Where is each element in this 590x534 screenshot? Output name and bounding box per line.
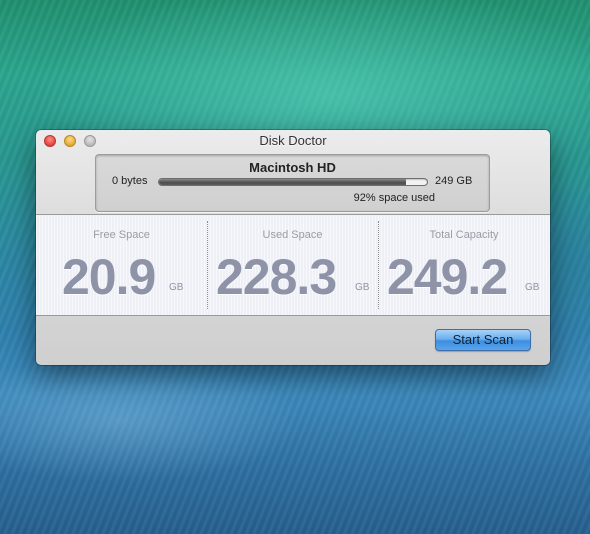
stats-panel: Free Space 20.9 GB Used Space 228.3 GB T… [36, 214, 550, 316]
total-capacity-label: Total Capacity [429, 229, 499, 241]
used-space-label: Used Space [262, 229, 323, 241]
title-bar[interactable]: Disk Doctor [36, 130, 550, 152]
free-space-label: Free Space [93, 229, 150, 241]
disk-doctor-window: Disk Doctor Macintosh HD 0 bytes 249 GB … [36, 130, 550, 365]
free-space-value: 20.9 [62, 249, 156, 305]
usage-min-label: 0 bytes [112, 175, 148, 187]
free-space-unit: GB [169, 282, 184, 293]
free-space-stat: Free Space 20.9 GB [36, 215, 207, 315]
disk-name: Macintosh HD [249, 160, 336, 175]
total-capacity-value: 249.2 [387, 249, 508, 305]
total-capacity-stat: Total Capacity 249.2 GB [378, 215, 550, 315]
used-space-stat: Used Space 228.3 GB [207, 215, 378, 315]
window-title: Disk Doctor [259, 133, 327, 148]
used-space-unit: GB [355, 282, 370, 293]
total-capacity-unit: GB [525, 282, 540, 293]
usage-bar [158, 178, 428, 186]
usage-bar-fill [159, 179, 406, 185]
usage-max-label: 249 GB [435, 175, 473, 187]
disk-usage-panel: Macintosh HD 0 bytes 249 GB 92% space us… [95, 154, 490, 212]
usage-percent-label: 92% space used [353, 192, 435, 204]
start-scan-button[interactable]: Start Scan [435, 329, 531, 351]
used-space-value: 228.3 [216, 249, 337, 305]
